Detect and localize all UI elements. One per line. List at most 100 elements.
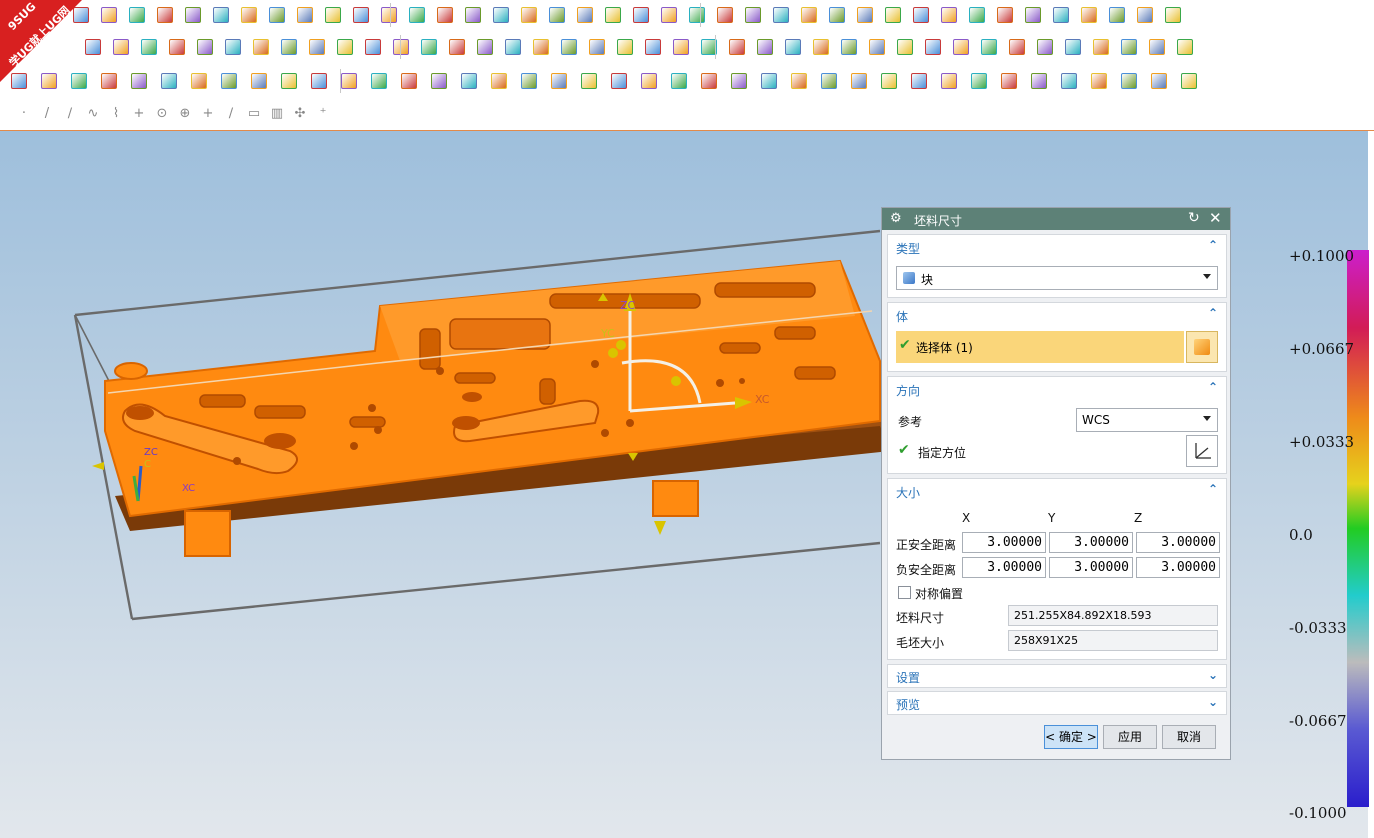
toolbar-tool-icon[interactable] — [894, 36, 914, 56]
toolbar-tool-icon[interactable] — [578, 70, 598, 90]
toolbar-tool-icon[interactable] — [462, 4, 482, 24]
chevron-down-icon[interactable]: ⌄ — [1208, 695, 1218, 709]
toolbar-tool-icon[interactable] — [250, 36, 270, 56]
orientation-button[interactable] — [1186, 435, 1218, 467]
toolbar-tool-icon[interactable] — [642, 36, 662, 56]
gear-icon[interactable]: ⚙ — [890, 211, 902, 226]
toolbar-tool-icon[interactable] — [838, 36, 858, 56]
close-icon[interactable]: ✕ — [1209, 209, 1222, 227]
toolbar-tool-icon[interactable] — [1034, 36, 1054, 56]
toolbar-tool-icon[interactable] — [630, 4, 650, 24]
settings-section[interactable]: 设置 ⌄ — [887, 664, 1227, 688]
direction-section-header[interactable]: 方向 — [896, 382, 920, 399]
type-section-header[interactable]: 类型 — [896, 240, 920, 257]
toolbar-tool-icon[interactable] — [248, 70, 268, 90]
toolbar-tool-icon[interactable] — [490, 4, 510, 24]
toolbar-tool-icon[interactable] — [406, 4, 426, 24]
snap-point-icon[interactable]: ∕ — [62, 106, 78, 122]
toolbar-tool-icon[interactable] — [138, 36, 158, 56]
ok-button[interactable]: < 确定 > — [1044, 725, 1098, 749]
toolbar-tool-icon[interactable] — [238, 4, 258, 24]
snap-point-icon[interactable]: ⁺ — [315, 106, 331, 122]
toolbar-tool-icon[interactable] — [368, 70, 388, 90]
toolbar-tool-icon[interactable] — [854, 4, 874, 24]
toolbar-tool-icon[interactable] — [558, 36, 578, 56]
snap-point-icon[interactable]: ⌇ — [108, 106, 124, 122]
toolbar-tool-icon[interactable] — [754, 36, 774, 56]
toolbar-tool-icon[interactable] — [608, 70, 628, 90]
toolbar-tool-icon[interactable] — [714, 4, 734, 24]
toolbar-tool-icon[interactable] — [362, 36, 382, 56]
toolbar-tool-icon[interactable] — [294, 4, 314, 24]
toolbar-tool-icon[interactable] — [968, 70, 988, 90]
chevron-up-icon[interactable]: ⌃ — [1208, 380, 1218, 394]
toolbar-tool-icon[interactable] — [770, 4, 790, 24]
toolbar-tool-icon[interactable] — [1118, 70, 1138, 90]
toolbar-tool-icon[interactable] — [306, 36, 326, 56]
snap-point-icon[interactable]: ∿ — [85, 106, 101, 122]
snap-point-icon[interactable]: + — [131, 106, 147, 122]
preview-section-header[interactable]: 预览 — [896, 696, 920, 713]
toolbar-tool-icon[interactable] — [668, 70, 688, 90]
toolbar-tool-icon[interactable] — [1090, 36, 1110, 56]
apply-button[interactable]: 应用 — [1103, 725, 1157, 749]
toolbar-tool-icon[interactable] — [1174, 36, 1194, 56]
select-body-button[interactable] — [1186, 331, 1218, 363]
toolbar-tool-icon[interactable] — [788, 70, 808, 90]
toolbar-tool-icon[interactable] — [810, 36, 830, 56]
toolbar-tool-icon[interactable] — [334, 36, 354, 56]
toolbar-tool-icon[interactable] — [98, 4, 118, 24]
chevron-up-icon[interactable]: ⌃ — [1208, 238, 1218, 252]
toolbar-tool-icon[interactable] — [126, 4, 146, 24]
toolbar-tool-icon[interactable] — [278, 36, 298, 56]
toolbar-tool-icon[interactable] — [878, 70, 898, 90]
toolbar-tool-icon[interactable] — [1006, 36, 1026, 56]
snap-point-icon[interactable]: / — [39, 106, 55, 122]
toolbar-tool-icon[interactable] — [458, 70, 478, 90]
toolbar-tool-icon[interactable] — [782, 36, 802, 56]
toolbar-tool-icon[interactable] — [922, 36, 942, 56]
settings-section-header[interactable]: 设置 — [896, 669, 920, 686]
toolbar-tool-icon[interactable] — [1146, 36, 1166, 56]
toolbar-tool-icon[interactable] — [742, 4, 762, 24]
toolbar-tool-icon[interactable] — [698, 70, 718, 90]
toolbar-tool-icon[interactable] — [1022, 4, 1042, 24]
toolbar-tool-icon[interactable] — [1062, 36, 1082, 56]
snap-point-icon[interactable]: ∕ — [223, 106, 239, 122]
chevron-up-icon[interactable]: ⌃ — [1208, 482, 1218, 496]
toolbar-tool-icon[interactable] — [546, 4, 566, 24]
snap-point-icon[interactable]: ▭ — [246, 106, 262, 122]
toolbar-tool-icon[interactable] — [938, 4, 958, 24]
cancel-button[interactable]: 取消 — [1162, 725, 1216, 749]
toolbar-tool-icon[interactable] — [848, 70, 868, 90]
toolbar-tool-icon[interactable] — [154, 4, 174, 24]
toolbar-tool-icon[interactable] — [110, 36, 130, 56]
neg-offset-y-input[interactable]: 3.00000 — [1049, 557, 1133, 578]
toolbar-tool-icon[interactable] — [728, 70, 748, 90]
toolbar-tool-icon[interactable] — [1050, 4, 1070, 24]
toolbar-tool-icon[interactable] — [978, 36, 998, 56]
toolbar-tool-icon[interactable] — [222, 36, 242, 56]
snap-point-icon[interactable]: ✣ — [292, 106, 308, 122]
toolbar-tool-icon[interactable] — [398, 70, 418, 90]
toolbar-tool-icon[interactable] — [488, 70, 508, 90]
toolbar-tool-icon[interactable] — [882, 4, 902, 24]
toolbar-tool-icon[interactable] — [1148, 70, 1168, 90]
size-section-header[interactable]: 大小 — [896, 484, 920, 501]
toolbar-tool-icon[interactable] — [308, 70, 328, 90]
neg-offset-x-input[interactable]: 3.00000 — [962, 557, 1046, 578]
toolbar-tool-icon[interactable] — [1106, 4, 1126, 24]
snap-point-icon[interactable]: · — [16, 106, 32, 122]
toolbar-tool-icon[interactable] — [726, 36, 746, 56]
toolbar-tool-icon[interactable] — [378, 4, 398, 24]
toolbar-tool-icon[interactable] — [1088, 70, 1108, 90]
toolbar-tool-icon[interactable] — [1178, 70, 1198, 90]
toolbar-tool-icon[interactable] — [1058, 70, 1078, 90]
toolbar-tool-icon[interactable] — [128, 70, 148, 90]
toolbar-tool-icon[interactable] — [338, 70, 358, 90]
toolbar-tool-icon[interactable] — [446, 36, 466, 56]
toolbar-tool-icon[interactable] — [530, 36, 550, 56]
pos-offset-z-input[interactable]: 3.00000 — [1136, 532, 1220, 553]
toolbar-tool-icon[interactable] — [614, 36, 634, 56]
toolbar-tool-icon[interactable] — [266, 4, 286, 24]
